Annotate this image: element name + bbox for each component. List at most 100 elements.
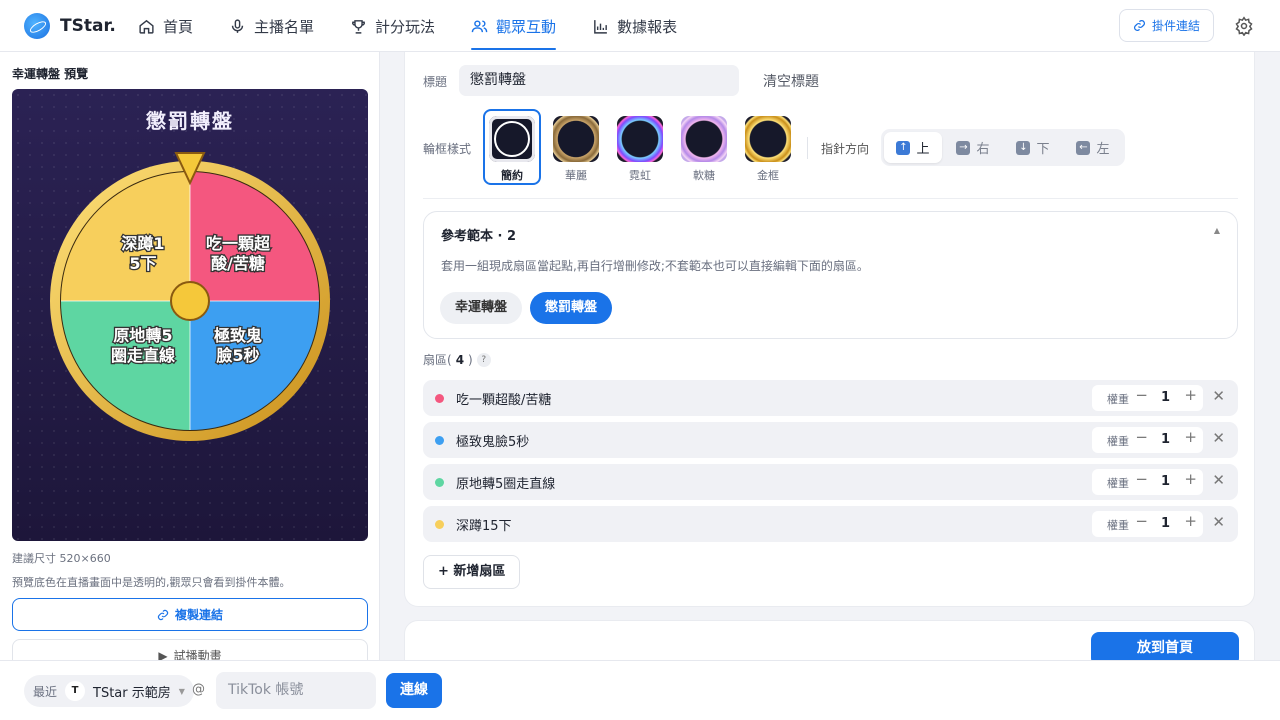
sector-row: 原地轉5圈走直線 權重 − 1 + ✕	[423, 464, 1238, 500]
frame-style-options: 簡約 華麗 霓虹 軟糖 金框	[483, 109, 797, 185]
nav-scoring[interactable]: 計分玩法	[350, 0, 453, 52]
pointer-label: 右	[976, 142, 990, 157]
tiktok-account-input[interactable]: TikTok 帳號	[216, 672, 376, 709]
pointer-right-option[interactable]: → 右	[944, 132, 1002, 163]
wheel-label-3: 原地轉5 圈走直線	[111, 326, 175, 365]
weight-label: 權重	[1107, 519, 1129, 532]
title-label: 標題	[423, 75, 448, 89]
title-input[interactable]: 懲罰轉盤	[459, 65, 739, 96]
sector-color-dot[interactable]	[435, 436, 444, 445]
pointer-up-option[interactable]: ↑ 上	[884, 132, 942, 163]
nav-home[interactable]: 首頁	[138, 0, 211, 52]
room-name: TStar 示範房	[93, 685, 171, 701]
template-chip-penalty[interactable]: 懲罰轉盤	[530, 292, 613, 324]
frame-candy-swatch	[681, 116, 727, 162]
frame-option-simple[interactable]: 簡約	[483, 109, 541, 185]
preview-panel: 幸運轉盤 預覽 懲罰轉盤 吃一顆超酸/苦糖 極致鬼臉5秒 原地轉5 圈走直線 深蹲…	[0, 52, 380, 672]
bar-chart-icon	[594, 19, 607, 34]
size-hint: 建議尺寸 520×660	[12, 552, 111, 565]
nav-label: 首頁	[163, 17, 194, 36]
sector-name[interactable]: 原地轉5圈走直線	[456, 473, 555, 492]
collapse-caret-icon[interactable]: ▲	[1214, 226, 1220, 235]
sector-row: 吃一顆超酸/苦糖 權重 − 1 + ✕	[423, 380, 1238, 416]
minus-icon[interactable]: −	[1135, 386, 1148, 404]
template-heading: 參考範本 · 2	[441, 229, 517, 244]
preview-heading: 幸運轉盤 預覽	[12, 67, 89, 81]
bg-hint: 預覽底色在直播畫面中是透明的,觀眾只會看到掛件本體。	[12, 576, 291, 589]
arrow-right-icon: →	[956, 140, 971, 155]
at-icon: @	[192, 682, 205, 697]
frame-label: 簡約	[501, 169, 523, 182]
sector-color-dot[interactable]	[435, 520, 444, 529]
divider	[807, 137, 808, 159]
nav-streamers[interactable]: 主播名單	[229, 0, 332, 52]
weight-value[interactable]: 1	[1161, 516, 1170, 531]
nav-reports[interactable]: 數據報表	[592, 0, 695, 52]
arrow-up-icon: ↑	[896, 140, 911, 155]
plus-icon[interactable]: +	[1184, 428, 1197, 446]
recent-room-selector[interactable]: 最近 T TStar 示範房 ▼	[24, 675, 194, 707]
plus-icon[interactable]: +	[1184, 386, 1197, 404]
top-bar: TStar. 首頁 主播名單 計分玩法 觀眾互動 數據報表 掛件連結	[0, 0, 1280, 52]
add-sector-label: 新增扇區	[453, 564, 506, 579]
widget-link-button[interactable]: 掛件連結	[1118, 9, 1214, 42]
template-chip-lucky[interactable]: 幸運轉盤	[440, 292, 523, 324]
close-icon[interactable]: ✕	[1212, 471, 1225, 489]
minus-icon[interactable]: −	[1135, 512, 1148, 530]
frame-simple-swatch	[489, 116, 535, 162]
weight-value[interactable]: 1	[1161, 474, 1170, 489]
wheel-title: 懲罰轉盤	[146, 109, 234, 133]
plus-icon[interactable]: +	[1184, 470, 1197, 488]
main-nav: 首頁 主播名單 計分玩法 觀眾互動 數據報表	[138, 0, 713, 52]
weight-value[interactable]: 1	[1161, 390, 1170, 405]
nav-label: 數據報表	[617, 17, 678, 36]
nav-label: 計分玩法	[375, 17, 436, 36]
sectors-label: 扇區( 4 ) ?	[423, 351, 491, 368]
sector-row: 極致鬼臉5秒 權重 − 1 + ✕	[423, 422, 1238, 458]
room-avatar: T	[65, 681, 86, 701]
weight-label: 權重	[1107, 393, 1129, 406]
close-icon[interactable]: ✕	[1212, 387, 1225, 405]
copy-link-button[interactable]: 複製連結	[12, 598, 368, 631]
link-icon	[1133, 20, 1145, 31]
sector-name[interactable]: 吃一顆超酸/苦糖	[456, 389, 551, 408]
pointer-direction-label: 指針方向	[821, 142, 870, 156]
clear-title-button[interactable]: 清空標題	[763, 71, 819, 91]
sector-color-dot[interactable]	[435, 394, 444, 403]
sector-name[interactable]: 極致鬼臉5秒	[456, 431, 529, 450]
brand[interactable]: TStar.	[24, 13, 116, 39]
sector-name[interactable]: 深蹲15下	[456, 515, 512, 534]
add-sector-button[interactable]: + 新增扇區	[423, 555, 521, 589]
weight-label: 權重	[1107, 435, 1129, 448]
frame-option-neon[interactable]: 霓虹	[611, 109, 669, 185]
template-description: 套用一組現成扇區當起點,再自行增刪修改;不套範本也可以直接編輯下面的扇區。	[441, 259, 869, 273]
plus-icon[interactable]: +	[1184, 512, 1197, 530]
wheel-hub	[170, 281, 210, 321]
frame-option-fancy[interactable]: 華麗	[547, 109, 605, 185]
frame-option-candy[interactable]: 軟糖	[675, 109, 733, 185]
minus-icon[interactable]: −	[1135, 428, 1148, 446]
plus-icon: +	[438, 564, 454, 579]
brand-name: TStar.	[60, 16, 116, 36]
pointer-direction-segment: ↑ 上 → 右 ↓ 下 ← 左	[881, 129, 1125, 166]
help-icon[interactable]: ?	[476, 352, 491, 367]
weight-value[interactable]: 1	[1161, 432, 1170, 447]
pointer-down-option[interactable]: ↓ 下	[1004, 132, 1062, 163]
minus-icon[interactable]: −	[1135, 470, 1148, 488]
connect-button[interactable]: 連線	[386, 673, 442, 708]
sectors-count: 4	[455, 352, 465, 367]
gear-icon[interactable]	[1234, 15, 1254, 36]
sector-row: 深蹲15下 權重 − 1 + ✕	[423, 506, 1238, 542]
users-icon	[471, 19, 488, 32]
wheel-sector-2	[190, 301, 319, 430]
sectors-label-close: )	[468, 352, 473, 367]
sector-color-dot[interactable]	[435, 478, 444, 487]
close-icon[interactable]: ✕	[1212, 429, 1225, 447]
pointer-left-option[interactable]: ← 左	[1064, 132, 1122, 163]
frame-fancy-swatch	[553, 116, 599, 162]
close-icon[interactable]: ✕	[1212, 513, 1225, 531]
frame-option-gold[interactable]: 金框	[739, 109, 797, 185]
pointer-label: 上	[916, 142, 930, 157]
nav-audience[interactable]: 觀眾互動	[471, 0, 574, 52]
nav-label: 觀眾互動	[496, 17, 557, 36]
